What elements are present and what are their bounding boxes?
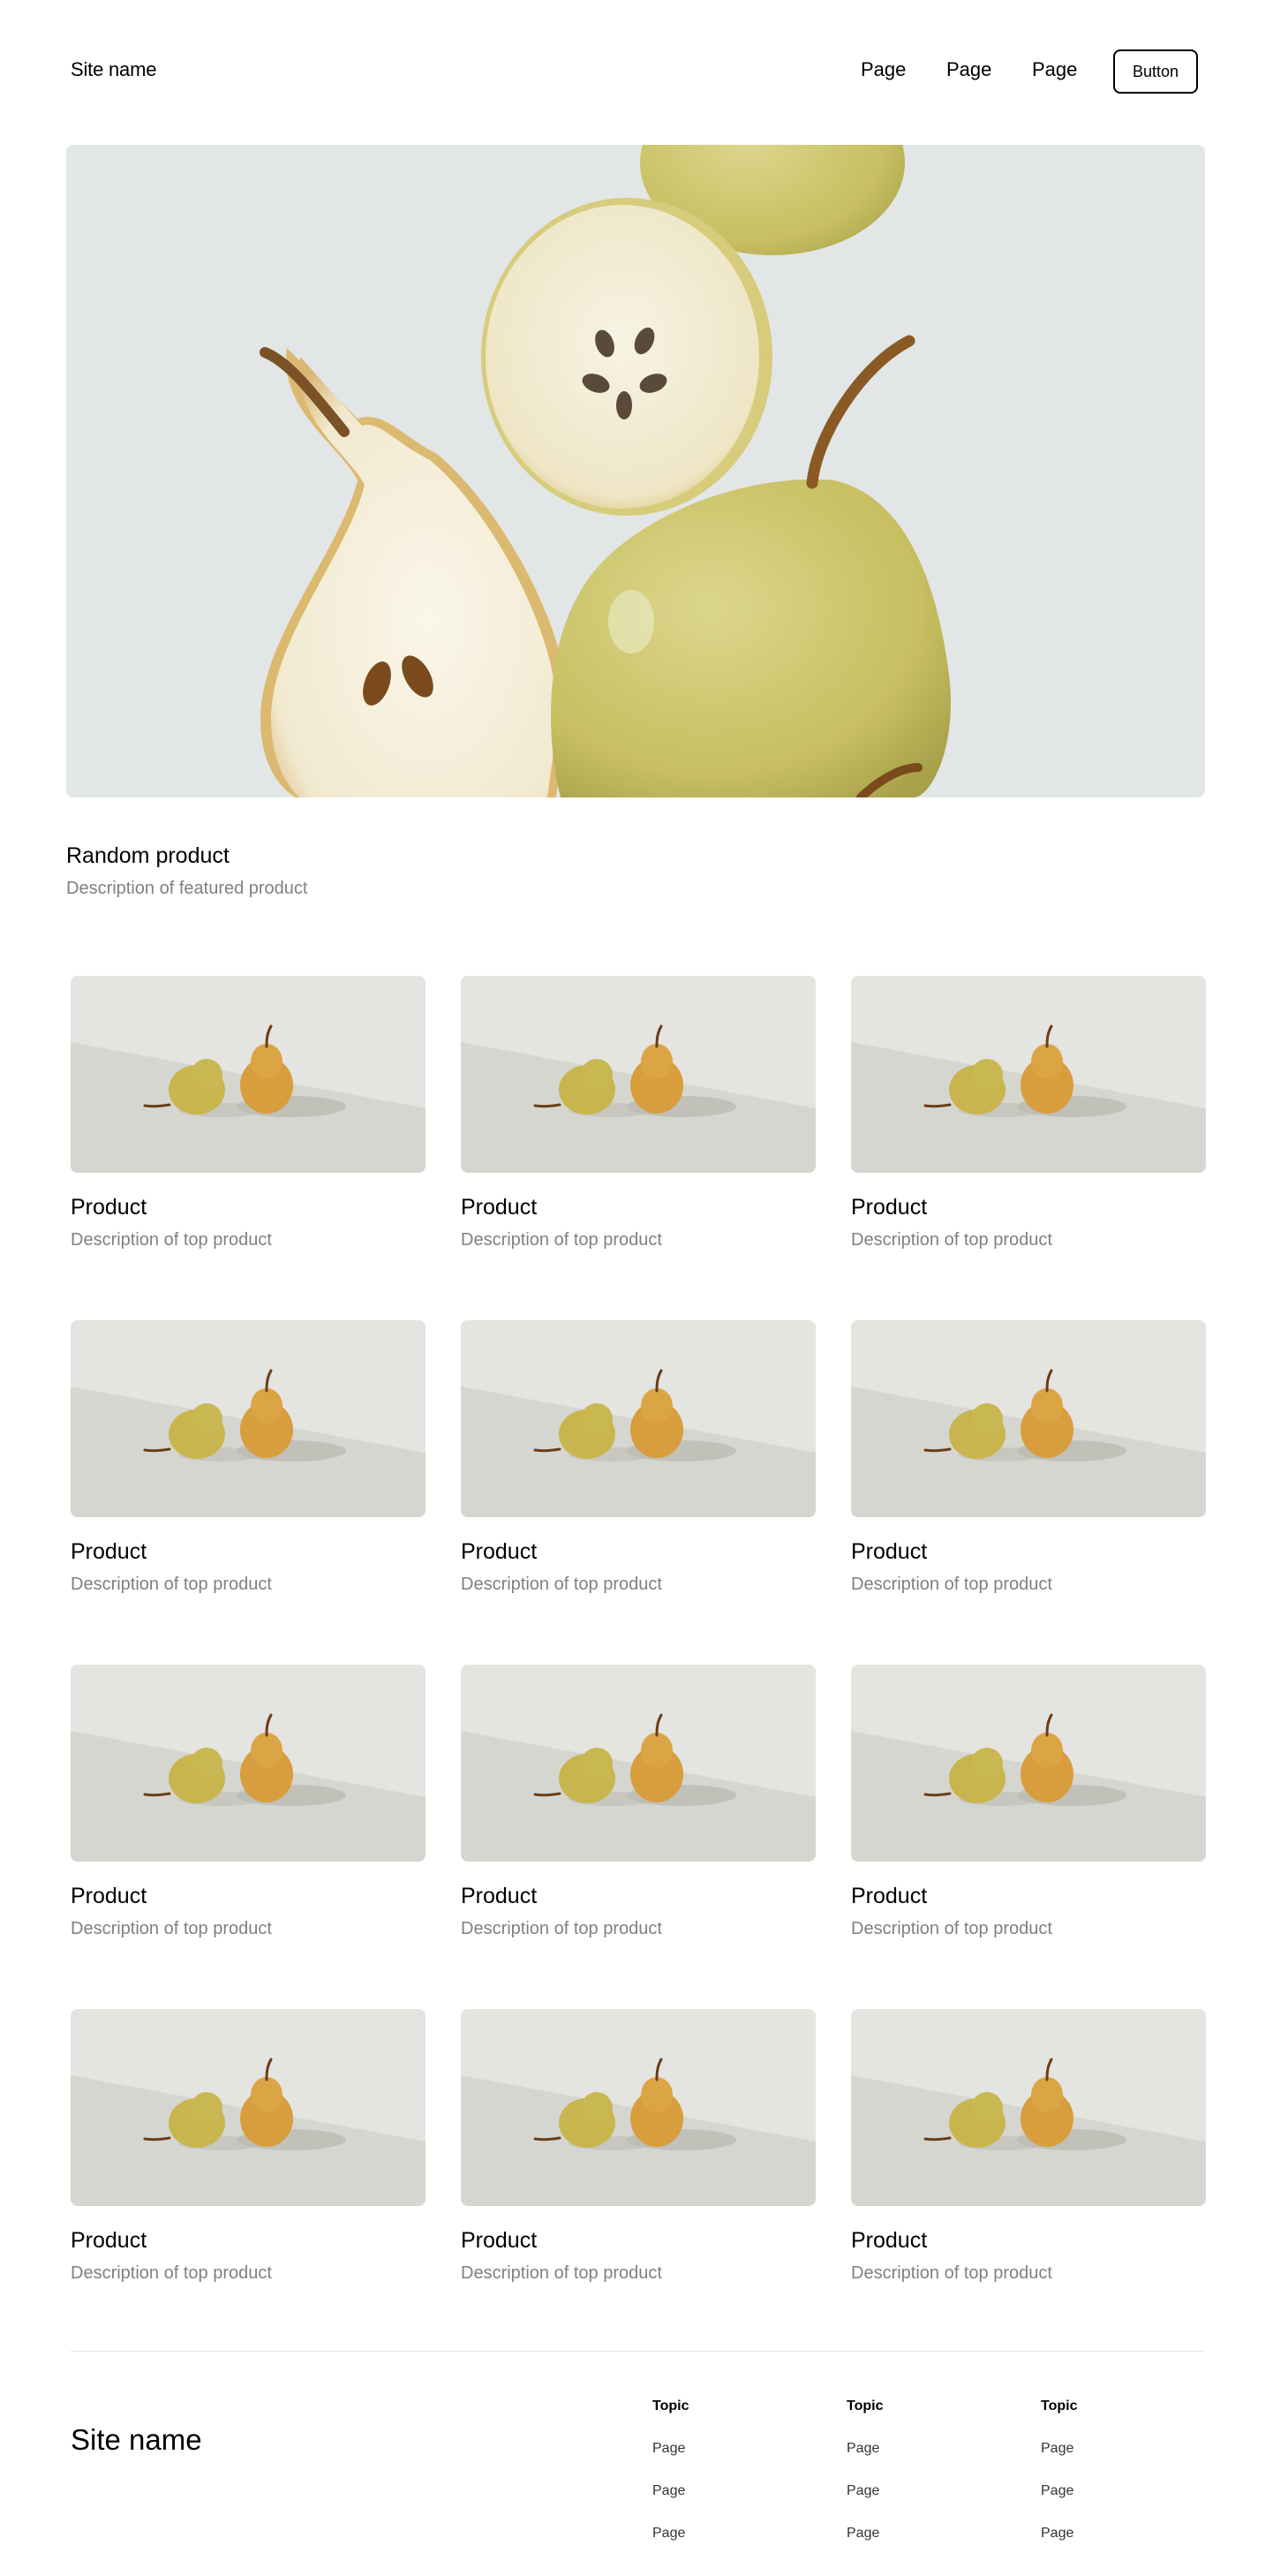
product-title[interactable]: Product bbox=[461, 1195, 537, 1220]
footer-link[interactable]: Page bbox=[652, 2483, 685, 2499]
footer-link[interactable]: Page bbox=[652, 2526, 685, 2542]
product-image[interactable] bbox=[71, 1320, 426, 1517]
pears-product-illustration bbox=[71, 1320, 426, 1517]
product-title[interactable]: Product bbox=[851, 1195, 927, 1220]
footer-link[interactable]: Page bbox=[1041, 2441, 1073, 2457]
product-image[interactable] bbox=[461, 2009, 816, 2206]
product-description: Description of top product bbox=[461, 1919, 662, 1938]
product-card[interactable]: Product Description of top product bbox=[851, 2009, 1206, 2283]
product-description: Description of top product bbox=[851, 1919, 1052, 1938]
product-card[interactable]: Product Description of top product bbox=[71, 2009, 426, 2283]
product-description: Description of top product bbox=[851, 2263, 1052, 2283]
product-title[interactable]: Product bbox=[71, 2228, 147, 2254]
hero-image bbox=[66, 145, 1205, 797]
product-title[interactable]: Product bbox=[71, 1195, 147, 1220]
header-button[interactable]: Button bbox=[1113, 49, 1198, 94]
footer-topic: Topic bbox=[847, 2398, 884, 2414]
footer-link[interactable]: Page bbox=[847, 2441, 879, 2457]
pears-hero-illustration bbox=[66, 145, 1205, 797]
featured-product-description: Description of featured product bbox=[66, 879, 308, 898]
product-title[interactable]: Product bbox=[851, 2228, 927, 2254]
product-description: Description of top product bbox=[71, 1230, 272, 1250]
product-image[interactable] bbox=[71, 976, 426, 1173]
footer-link[interactable]: Page bbox=[1041, 2483, 1073, 2499]
product-image[interactable] bbox=[461, 1320, 816, 1517]
footer-topic: Topic bbox=[652, 2398, 689, 2414]
product-image[interactable] bbox=[851, 1320, 1206, 1517]
footer-link[interactable]: Page bbox=[1041, 2526, 1073, 2542]
product-title[interactable]: Product bbox=[851, 1884, 927, 1909]
pears-product-illustration bbox=[851, 2009, 1206, 2206]
pears-product-illustration bbox=[851, 1320, 1206, 1517]
pears-product-illustration bbox=[71, 1665, 426, 1862]
product-card[interactable]: Product Description of top product bbox=[71, 1320, 426, 1594]
product-card[interactable]: Product Description of top product bbox=[461, 1665, 816, 1938]
product-title[interactable]: Product bbox=[461, 1539, 537, 1565]
product-description: Description of top product bbox=[461, 1230, 662, 1250]
product-description: Description of top product bbox=[851, 1575, 1052, 1594]
product-image[interactable] bbox=[851, 2009, 1206, 2206]
nav-link-page-1[interactable]: Page bbox=[861, 58, 906, 81]
product-image[interactable] bbox=[461, 1665, 816, 1862]
footer-divider bbox=[71, 2351, 1205, 2352]
pears-product-illustration bbox=[461, 2009, 816, 2206]
product-card[interactable]: Product Description of top product bbox=[461, 976, 816, 1250]
product-card[interactable]: Product Description of top product bbox=[461, 1320, 816, 1594]
product-title[interactable]: Product bbox=[71, 1884, 147, 1909]
product-title[interactable]: Product bbox=[71, 1539, 147, 1565]
featured-product-title[interactable]: Random product bbox=[66, 843, 230, 869]
product-image[interactable] bbox=[851, 976, 1206, 1173]
footer-link[interactable]: Page bbox=[847, 2526, 879, 2542]
product-card[interactable]: Product Description of top product bbox=[71, 976, 426, 1250]
pears-product-illustration bbox=[71, 976, 426, 1173]
site-header: Site name Page Page Page Button bbox=[0, 0, 1273, 145]
pears-product-illustration bbox=[71, 2009, 426, 2206]
footer-site-name[interactable]: Site name bbox=[71, 2423, 202, 2457]
product-image[interactable] bbox=[461, 976, 816, 1173]
nav-link-page-3[interactable]: Page bbox=[1032, 58, 1077, 81]
product-description: Description of top product bbox=[71, 1575, 272, 1594]
product-description: Description of top product bbox=[851, 1230, 1052, 1250]
product-image[interactable] bbox=[71, 1665, 426, 1862]
site-name[interactable]: Site name bbox=[71, 58, 156, 81]
product-description: Description of top product bbox=[71, 2263, 272, 2283]
footer-link[interactable]: Page bbox=[652, 2441, 685, 2457]
product-description: Description of top product bbox=[461, 2263, 662, 2283]
nav-link-page-2[interactable]: Page bbox=[946, 58, 991, 81]
product-card[interactable]: Product Description of top product bbox=[851, 1665, 1206, 1938]
pears-product-illustration bbox=[851, 1665, 1206, 1862]
pears-product-illustration bbox=[851, 976, 1206, 1173]
product-title[interactable]: Product bbox=[461, 2228, 537, 2254]
footer-topic: Topic bbox=[1041, 2398, 1078, 2414]
product-image[interactable] bbox=[851, 1665, 1206, 1862]
product-title[interactable]: Product bbox=[851, 1539, 927, 1565]
product-image[interactable] bbox=[71, 2009, 426, 2206]
pears-product-illustration bbox=[461, 976, 816, 1173]
product-card[interactable]: Product Description of top product bbox=[851, 1320, 1206, 1594]
footer-link[interactable]: Page bbox=[847, 2483, 879, 2499]
product-card[interactable]: Product Description of top product bbox=[461, 2009, 816, 2283]
product-card[interactable]: Product Description of top product bbox=[71, 1665, 426, 1938]
pears-product-illustration bbox=[461, 1320, 816, 1517]
product-description: Description of top product bbox=[71, 1919, 272, 1938]
product-description: Description of top product bbox=[461, 1575, 662, 1594]
pears-product-illustration bbox=[461, 1665, 816, 1862]
product-card[interactable]: Product Description of top product bbox=[851, 976, 1206, 1250]
product-title[interactable]: Product bbox=[461, 1884, 537, 1909]
